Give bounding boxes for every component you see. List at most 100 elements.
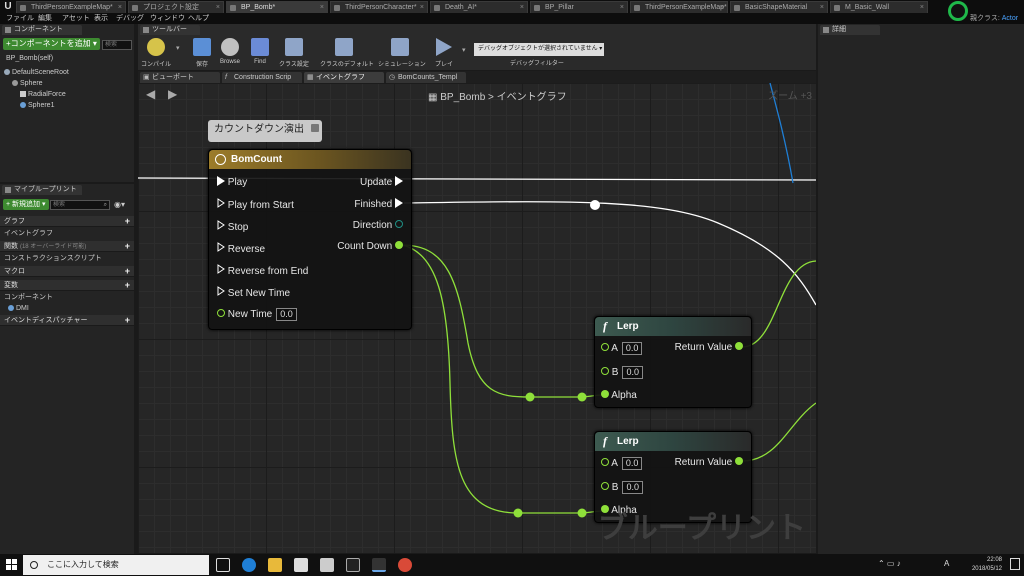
- tree-item-defaultsceneroot[interactable]: DefaultSceneRoot: [4, 68, 69, 78]
- source-control-icon[interactable]: [948, 1, 968, 21]
- pin-finished[interactable]: Finished: [354, 198, 403, 211]
- component-search-input[interactable]: 検索: [102, 40, 132, 50]
- pin-b[interactable]: B 0.0: [601, 481, 643, 494]
- close-icon[interactable]: ×: [920, 2, 924, 13]
- section-macros[interactable]: マクロ +: [0, 266, 134, 277]
- simulation-button[interactable]: シミュレーション: [378, 38, 426, 70]
- tree-item-sphere[interactable]: Sphere: [12, 79, 43, 89]
- doc-tab[interactable]: BP_Pillar ×: [530, 1, 628, 13]
- epic-launcher-icon[interactable]: [346, 558, 360, 572]
- tab-event-graph[interactable]: ▦ イベントグラフ: [304, 72, 384, 83]
- tree-item-radialforce[interactable]: RadialForce: [20, 90, 66, 100]
- list-item-event-graph[interactable]: イベントグラフ: [0, 228, 134, 239]
- doc-tab-active[interactable]: BP_Bomb* ×: [226, 1, 328, 13]
- tab-my-blueprint[interactable]: マイブループリント: [2, 185, 82, 195]
- add-variable-icon[interactable]: +: [125, 280, 130, 291]
- timeline-node-bomcount[interactable]: BomCount Play Play from Start Stop Rever…: [208, 149, 412, 330]
- a-value-input[interactable]: 0.0: [621, 342, 643, 355]
- pin-alpha[interactable]: Alpha: [601, 390, 637, 402]
- class-settings-button[interactable]: クラス設定: [278, 38, 310, 70]
- view-options-icon[interactable]: ◉▾: [114, 200, 125, 209]
- b-value-input[interactable]: 0.0: [622, 366, 643, 379]
- close-icon[interactable]: ×: [620, 2, 624, 13]
- menu-file[interactable]: ファイル: [6, 13, 34, 24]
- notification-icon[interactable]: [1010, 558, 1020, 570]
- mail-icon[interactable]: [320, 558, 334, 572]
- browse-button[interactable]: Browse: [214, 38, 246, 70]
- pin-update[interactable]: Update: [360, 176, 403, 189]
- class-defaults-button[interactable]: クラスのデフォルト: [320, 38, 374, 70]
- breadcrumb-root[interactable]: BP_Bomb: [440, 92, 485, 103]
- comment-toggle-icon[interactable]: [311, 124, 319, 132]
- add-macro-icon[interactable]: +: [125, 266, 130, 277]
- pin-new-time[interactable]: New Time 0.0: [217, 308, 297, 321]
- list-item-dmi[interactable]: DMI: [0, 303, 134, 314]
- play-button[interactable]: プレイ: [428, 38, 460, 70]
- menu-help[interactable]: ヘルプ: [188, 13, 209, 24]
- tray-icons[interactable]: ⌃ ▭ ♪: [878, 559, 901, 568]
- list-item-construction-script[interactable]: コンストラクションスクリプト: [0, 253, 134, 264]
- menu-view[interactable]: 表示: [94, 13, 108, 24]
- close-icon[interactable]: ×: [420, 2, 424, 13]
- add-graph-icon[interactable]: +: [125, 216, 130, 227]
- close-icon[interactable]: ×: [820, 2, 824, 13]
- self-row[interactable]: BP_Bomb(self): [6, 54, 53, 64]
- close-icon[interactable]: ×: [720, 2, 724, 13]
- pin-stop[interactable]: Stop: [217, 220, 248, 234]
- find-button[interactable]: Find: [244, 38, 276, 70]
- doc-tab[interactable]: BasicShapeMaterial ×: [730, 1, 828, 13]
- doc-tab[interactable]: プロジェクト設定 ×: [128, 1, 224, 13]
- edge-browser-icon[interactable]: [242, 558, 256, 572]
- b-value-input[interactable]: 0.0: [622, 481, 643, 494]
- doc-tab[interactable]: M_Basic_Wall ×: [830, 1, 928, 13]
- pin-set-new-time[interactable]: Set New Time: [217, 286, 290, 300]
- pin-return-value[interactable]: Return Value: [675, 342, 743, 354]
- pin-a[interactable]: A 0.0: [601, 342, 643, 355]
- menu-edit[interactable]: 編集: [38, 13, 52, 24]
- compile-button[interactable]: コンパイル: [140, 38, 172, 70]
- close-icon[interactable]: ×: [320, 2, 324, 13]
- pin-direction[interactable]: Direction: [353, 220, 403, 232]
- pin-reverse-from-end[interactable]: Reverse from End: [217, 264, 308, 278]
- debug-object-select[interactable]: デバッグオブジェクトが選択されていません ▾: [474, 43, 604, 56]
- menu-window[interactable]: ウィンドウ: [150, 13, 185, 24]
- unreal-editor-icon[interactable]: [372, 558, 386, 572]
- doc-tab[interactable]: ThirdPersonCharacter* ×: [330, 1, 428, 13]
- forward-arrow-icon[interactable]: ▶: [168, 87, 177, 101]
- pin-b[interactable]: B 0.0: [601, 366, 643, 379]
- doc-tab[interactable]: ThirdPersonExampleMap* ×: [630, 1, 728, 13]
- tab-components[interactable]: コンポーネント: [2, 25, 82, 35]
- section-event-dispatchers[interactable]: イベントディスパッチャー +: [0, 315, 134, 326]
- add-component-button[interactable]: +コンポーネントを追加 ▾: [3, 38, 100, 50]
- pin-play[interactable]: Play: [217, 176, 247, 189]
- menu-asset[interactable]: アセット: [62, 13, 90, 24]
- tab-timeline[interactable]: ◷ BomCounts_Templ: [386, 72, 466, 83]
- pin-a[interactable]: A 0.0: [601, 457, 643, 470]
- windows-start-icon[interactable]: [6, 559, 18, 571]
- doc-tab[interactable]: ThirdPersonExampleMap* ×: [16, 1, 126, 13]
- tree-item-sphere1[interactable]: Sphere1: [20, 101, 54, 111]
- clock[interactable]: 22:08 2018/05/12: [972, 556, 1002, 574]
- task-view-icon[interactable]: [216, 558, 230, 572]
- close-icon[interactable]: ×: [118, 2, 122, 13]
- section-graphs[interactable]: グラフ +: [0, 216, 134, 227]
- doc-tab[interactable]: Death_AI* ×: [430, 1, 528, 13]
- add-function-icon[interactable]: +: [125, 241, 130, 252]
- close-icon[interactable]: ×: [216, 2, 220, 13]
- section-functions[interactable]: 関数 (18 オーバーライド可能) +: [0, 241, 134, 252]
- play-options-icon[interactable]: ▾: [462, 46, 466, 54]
- parent-class-link[interactable]: Actor: [1002, 15, 1018, 22]
- event-graph-canvas[interactable]: ◀ ▶ ▦ BP_Bomb > イベントグラフ ズーム +3 カウントダウン演出…: [138, 83, 816, 553]
- lerp-node[interactable]: f Lerp A 0.0 B 0.0 Alpha Return Value: [594, 316, 752, 408]
- menu-debug[interactable]: デバッグ: [116, 13, 144, 24]
- blueprint-search-input[interactable]: 検索 ⌕: [50, 200, 110, 210]
- tab-viewport[interactable]: ▣ ビューポート: [140, 72, 220, 83]
- file-explorer-icon[interactable]: [268, 558, 282, 572]
- taskbar-search-input[interactable]: ここに入力して検索: [23, 555, 209, 575]
- comment-bubble[interactable]: カウントダウン演出: [208, 120, 322, 142]
- close-icon[interactable]: ×: [520, 2, 524, 13]
- chrome-icon[interactable]: [398, 558, 412, 572]
- pin-play-from-start[interactable]: Play from Start: [217, 198, 294, 212]
- pin-count-down[interactable]: Count Down: [337, 241, 403, 253]
- tab-toolbar[interactable]: ツールバー: [140, 25, 200, 35]
